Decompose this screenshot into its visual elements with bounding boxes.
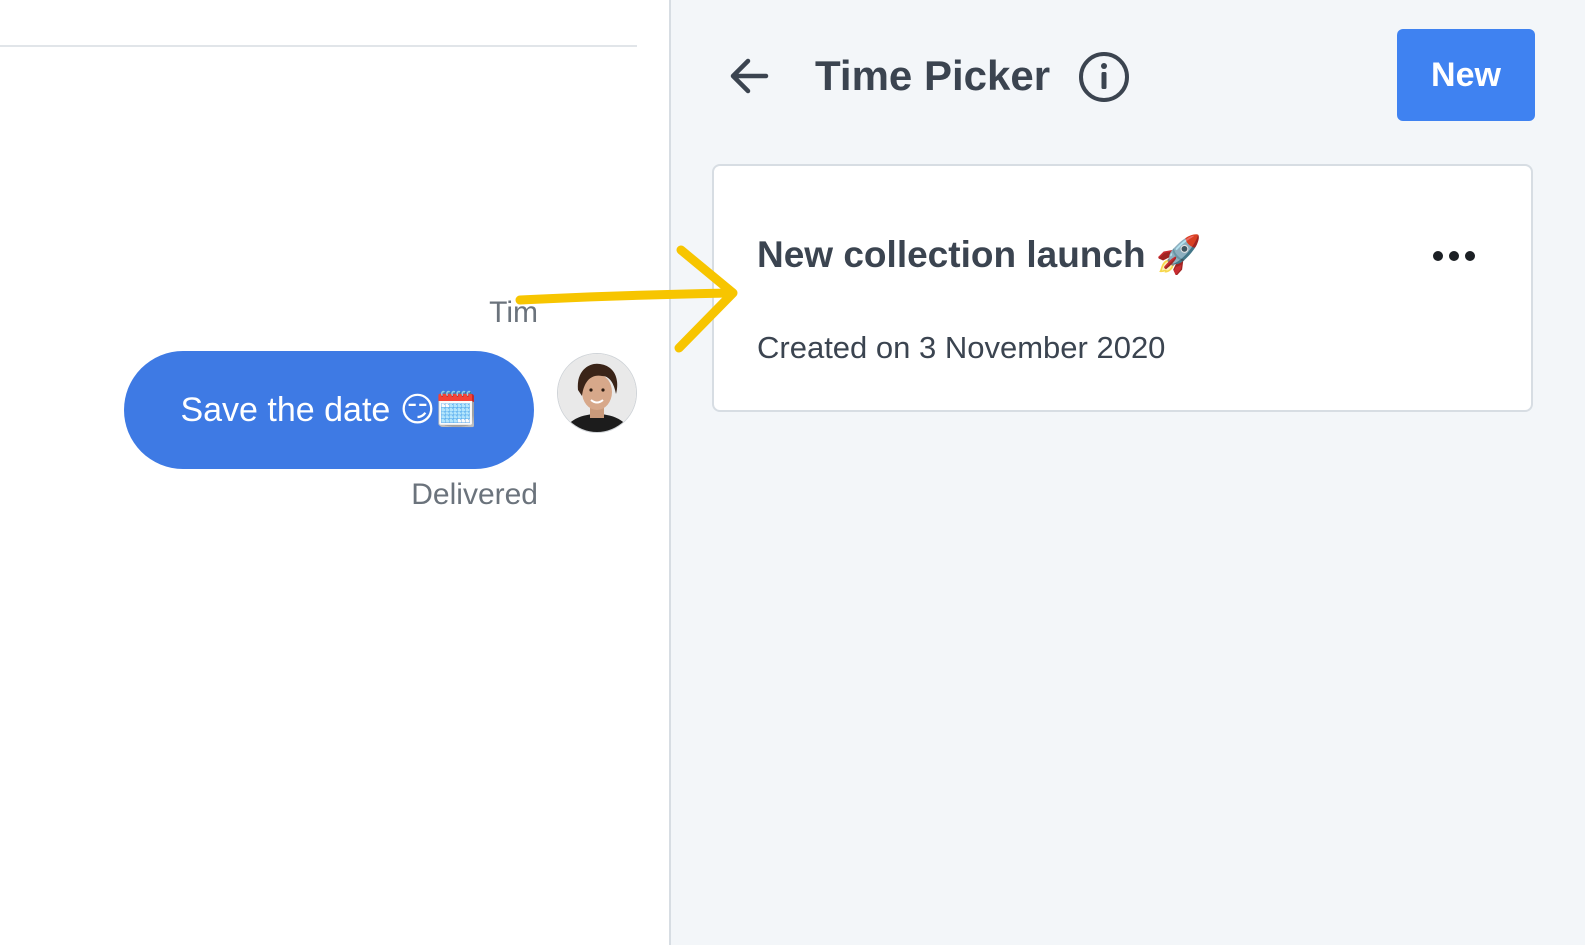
more-options-button[interactable] [1419, 236, 1489, 276]
arrow-left-icon [730, 58, 769, 94]
new-button[interactable]: New [1397, 29, 1535, 121]
page-title: Time Picker [815, 52, 1051, 99]
info-icon [1079, 52, 1129, 102]
conversation-pane: Tim Save the date 😏🗓️ Delivered [0, 0, 671, 945]
sender-name: Tim [489, 296, 538, 329]
card-created-date: Created on 3 November 2020 [757, 330, 1166, 365]
avatar[interactable] [557, 353, 637, 433]
time-picker-card[interactable]: New collection launch 🚀 Created on 3 Nov… [712, 164, 1533, 412]
avatar-image [558, 354, 636, 432]
card-title: New collection launch 🚀 [757, 234, 1202, 275]
back-button[interactable] [724, 50, 776, 102]
info-button[interactable] [1077, 50, 1131, 104]
time-picker-panel [671, 0, 1585, 945]
delivery-status: Delivered [411, 478, 538, 511]
more-horizontal-icon [1433, 251, 1475, 261]
message-bubble[interactable]: Save the date 😏🗓️ [124, 351, 534, 469]
divider [0, 45, 637, 47]
